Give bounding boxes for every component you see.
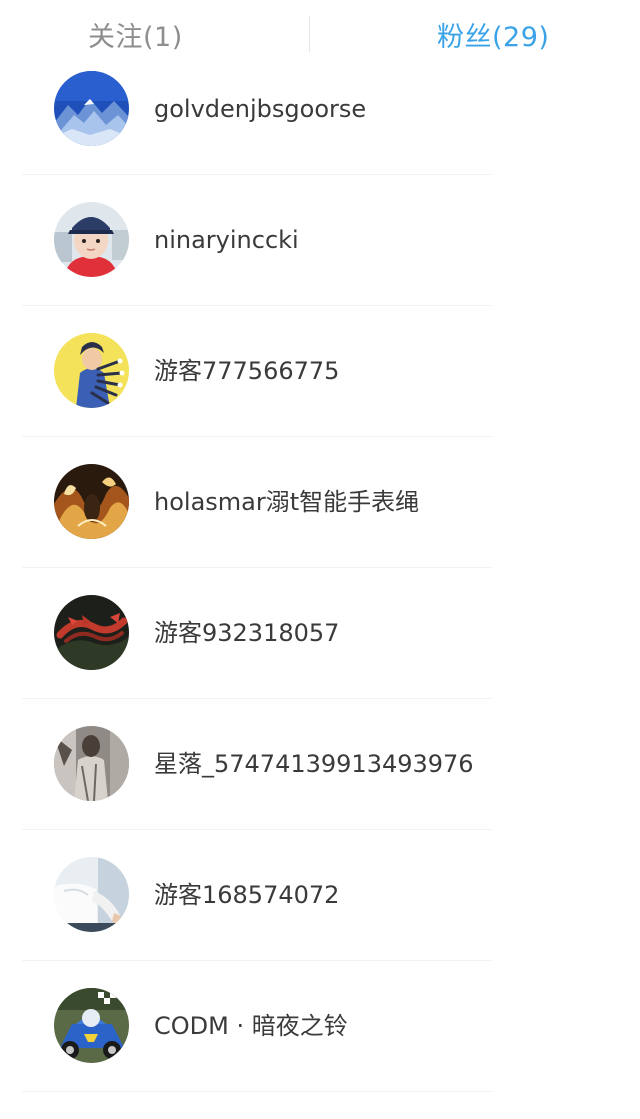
follower-name[interactable]: 游客932318057: [154, 614, 339, 652]
grey-figure-avatar[interactable]: [54, 726, 129, 801]
follower-list: golvdenjbsgoorse ninaryinccki 游客77756677…: [0, 44, 640, 1092]
follower-row[interactable]: 游客932318057: [0, 568, 640, 699]
follower-row[interactable]: holasmar溺t智能手表绳: [0, 437, 640, 568]
follower-row[interactable]: 游客777566775: [0, 306, 640, 437]
follower-row[interactable]: CODM · 暗夜之铃: [0, 961, 640, 1092]
follower-name[interactable]: 星落_57474139913493976: [154, 745, 474, 783]
follower-row[interactable]: 游客168574072: [0, 830, 640, 961]
follower-row[interactable]: ninaryinccki: [0, 175, 640, 306]
follower-name[interactable]: golvdenjbsgoorse: [154, 90, 366, 128]
blue-mountain-avatar[interactable]: [54, 71, 129, 146]
white-sleeve-avatar[interactable]: [54, 857, 129, 932]
follower-name[interactable]: 游客168574072: [154, 876, 339, 914]
row-divider: [22, 1091, 492, 1092]
follower-name[interactable]: CODM · 暗夜之铃: [154, 1007, 348, 1045]
follower-row[interactable]: golvdenjbsgoorse: [0, 44, 640, 175]
followers-page: 关注(1) 粉丝(29) golvdenjbsgoorse ninaryincc…: [0, 0, 640, 1119]
child-with-cap-avatar[interactable]: [54, 202, 129, 277]
red-dragon-avatar[interactable]: [54, 595, 129, 670]
kart-racer-avatar[interactable]: [54, 988, 129, 1063]
fiery-abstract-avatar[interactable]: [54, 464, 129, 539]
follower-name[interactable]: 游客777566775: [154, 352, 339, 390]
follower-name[interactable]: ninaryinccki: [154, 221, 299, 259]
follower-name[interactable]: holasmar溺t智能手表绳: [154, 483, 419, 521]
follower-row[interactable]: 星落_57474139913493976: [0, 699, 640, 830]
cartoon-figure-yellow-avatar[interactable]: [54, 333, 129, 408]
